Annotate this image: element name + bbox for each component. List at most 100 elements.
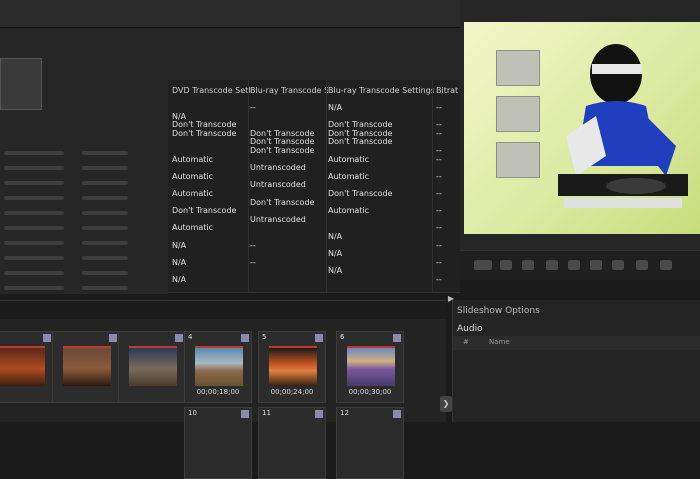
file-list-row[interactable] — [0, 251, 168, 265]
table-cell[interactable]: Don't Transcode — [328, 136, 392, 148]
slide-tile[interactable] — [0, 331, 54, 403]
column-divider[interactable] — [248, 80, 249, 292]
column-divider[interactable] — [326, 80, 327, 292]
table-cell[interactable]: Automatic — [172, 154, 213, 166]
settings-icon[interactable] — [500, 260, 512, 270]
table-cell[interactable]: Automatic — [172, 188, 213, 200]
media-metadata-panel: DVD Transcode Settings Blu-ray Transcode… — [0, 28, 460, 305]
table-cell[interactable]: -- — [436, 154, 442, 166]
play-icon[interactable] — [590, 260, 602, 270]
slide-corner-icon[interactable] — [43, 334, 51, 342]
table-cell[interactable]: -- — [436, 102, 442, 114]
column-header-bluray-transcode-settings[interactable]: Blu-ray Transcode Settings — [328, 86, 434, 100]
table-cell[interactable]: -- — [250, 257, 256, 269]
slide-corner-icon[interactable] — [175, 334, 183, 342]
audio-column-number[interactable]: # — [463, 338, 469, 346]
file-list-row[interactable] — [0, 206, 168, 220]
slide-corner-icon[interactable] — [393, 334, 401, 342]
slide-tile[interactable]: 11 — [258, 407, 326, 479]
panel-tab-bar[interactable] — [0, 301, 446, 319]
slide-thumbnail — [129, 346, 177, 386]
table-cell[interactable]: -- — [250, 240, 256, 252]
slide-corner-icon[interactable] — [109, 334, 117, 342]
slide-corner-icon[interactable] — [241, 410, 249, 418]
table-cell[interactable]: Don't Transcode — [172, 205, 236, 217]
audio-column-name[interactable]: Name — [489, 338, 510, 346]
zoom-dropdown[interactable] — [474, 260, 492, 270]
slide-corner-icon[interactable] — [393, 410, 401, 418]
column-header-bitrate[interactable]: Bitrat — [436, 86, 460, 100]
file-list-cell — [4, 166, 64, 170]
table-cell[interactable]: Automatic — [172, 222, 213, 234]
table-cell[interactable]: -- — [436, 205, 442, 217]
file-list-row[interactable] — [0, 176, 168, 190]
table-cell[interactable]: Automatic — [328, 205, 369, 217]
table-cell[interactable]: Don't Transcode — [328, 188, 392, 200]
slideshow-options-panel: Slideshow Options Audio # Name — [452, 300, 700, 422]
table-cell[interactable]: Untranscoded — [250, 179, 306, 191]
table-cell[interactable]: -- — [436, 188, 442, 200]
file-list-cell — [82, 256, 128, 260]
table-cell[interactable]: Don't Transcode — [172, 128, 236, 140]
dj-illustration — [558, 44, 688, 208]
table-cell[interactable]: -- — [436, 171, 442, 183]
column-header-dvd-transcode-settings[interactable]: DVD Transcode Settings — [172, 86, 250, 100]
audio-table-header: # Name — [453, 336, 700, 350]
file-list-row[interactable] — [0, 146, 168, 160]
table-cell[interactable]: Automatic — [172, 171, 213, 183]
slide-thumbnail — [63, 346, 111, 386]
table-cell[interactable]: Don't Transcode — [250, 197, 314, 209]
previous-frame-icon[interactable] — [546, 260, 558, 270]
table-cell[interactable]: N/A — [172, 257, 186, 269]
stop-icon[interactable] — [568, 260, 580, 270]
slide-thumbnail — [347, 346, 395, 386]
slide-tile[interactable]: 5 00;00;24;00 — [258, 331, 326, 403]
table-cell[interactable]: N/A — [172, 274, 186, 286]
asset-thumbnail[interactable] — [0, 58, 42, 110]
table-cell[interactable]: -- — [436, 274, 442, 286]
table-cell[interactable]: N/A — [328, 231, 342, 243]
table-cell[interactable]: -- — [436, 128, 442, 140]
table-cell[interactable]: N/A — [328, 248, 342, 260]
slide-tile[interactable]: 4 00;00;18;00 — [184, 331, 252, 403]
loop-icon[interactable] — [636, 260, 648, 270]
table-cell[interactable]: N/A — [328, 102, 342, 114]
slide-tile[interactable] — [52, 331, 120, 403]
file-list-cell — [82, 181, 128, 185]
next-frame-icon[interactable] — [612, 260, 624, 270]
table-cell[interactable]: -- — [250, 102, 256, 114]
file-list-cell — [4, 226, 64, 230]
table-cell[interactable]: Untranscoded — [250, 162, 306, 174]
panel-scroll-arrow-icon[interactable]: ❯ — [440, 396, 452, 412]
file-list-row[interactable] — [0, 161, 168, 175]
file-list-cell — [82, 166, 128, 170]
file-list-row[interactable] — [0, 191, 168, 205]
table-cell[interactable]: Automatic — [328, 154, 369, 166]
table-cell[interactable]: Don't Transcode — [250, 145, 314, 157]
file-list-row[interactable] — [0, 236, 168, 250]
table-cell[interactable]: N/A — [328, 265, 342, 277]
slide-corner-icon[interactable] — [315, 410, 323, 418]
file-list-cell — [4, 256, 64, 260]
file-list-row[interactable] — [0, 221, 168, 235]
file-list-row[interactable] — [0, 266, 168, 280]
table-cell[interactable]: Untranscoded — [250, 214, 306, 226]
table-cell[interactable]: -- — [436, 257, 442, 269]
column-header-bluray-transcode-status[interactable]: Blu-ray Transcode Sta... — [250, 86, 328, 100]
file-list-row[interactable] — [0, 281, 168, 295]
table-cell[interactable]: N/A — [172, 240, 186, 252]
slide-tile[interactable]: 6 00;00;30;00 — [336, 331, 404, 403]
file-list-cell — [4, 241, 64, 245]
slide-corner-icon[interactable] — [241, 334, 249, 342]
slideshow-options-title: Slideshow Options — [457, 306, 540, 316]
slide-corner-icon[interactable] — [315, 334, 323, 342]
slide-tile[interactable]: 10 — [184, 407, 252, 479]
column-divider[interactable] — [432, 80, 433, 292]
table-cell[interactable]: Automatic — [328, 171, 369, 183]
record-icon[interactable] — [522, 260, 534, 270]
table-cell[interactable]: -- — [436, 240, 442, 252]
table-cell[interactable]: -- — [436, 222, 442, 234]
slide-tile[interactable]: 12 — [336, 407, 404, 479]
volume-icon[interactable] — [660, 260, 672, 270]
slide-tile[interactable] — [118, 331, 186, 403]
